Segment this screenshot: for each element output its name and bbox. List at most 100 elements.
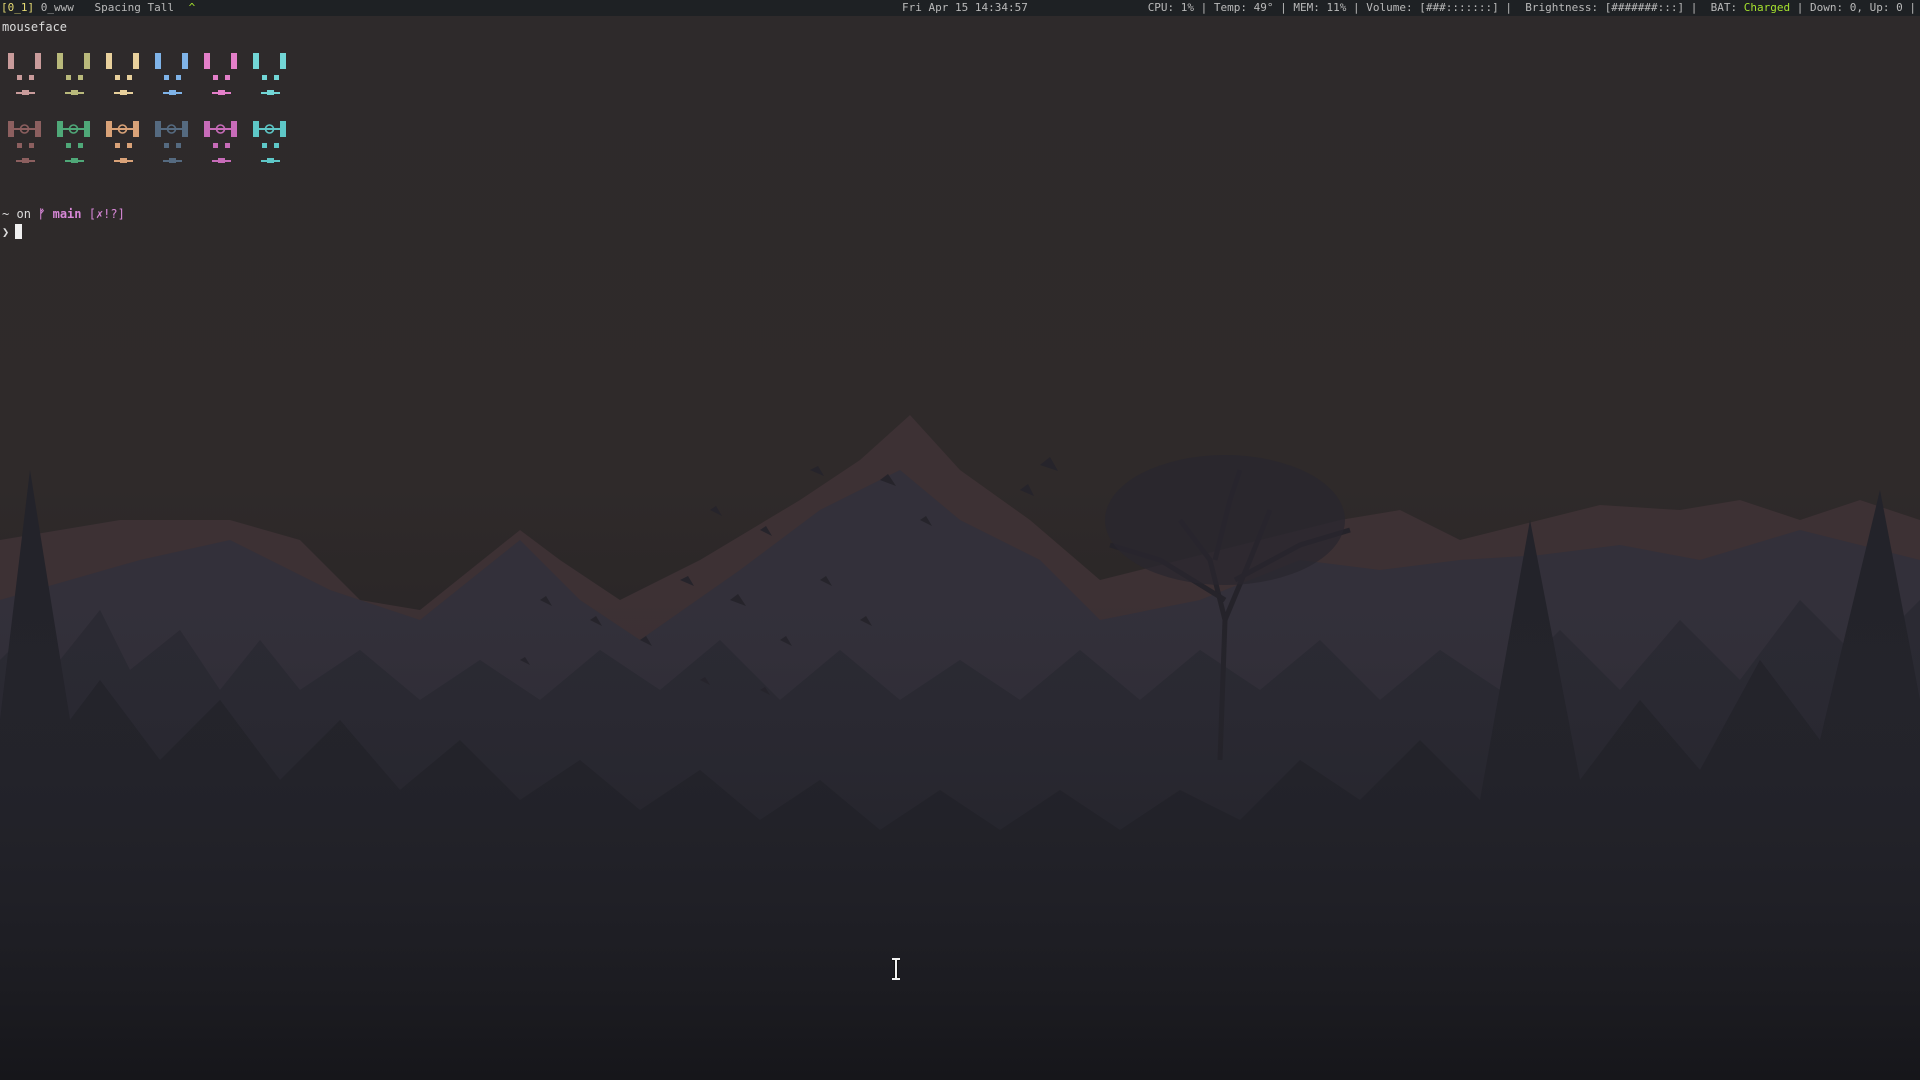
color-ear (133, 53, 139, 69)
color-eye (225, 75, 230, 80)
color-mouth (22, 90, 29, 95)
prompt-char-icon: ❯ (2, 225, 10, 239)
separator: | (1280, 1, 1287, 14)
color-mouth (71, 90, 78, 95)
color-eye (78, 75, 83, 80)
color-row-bright (8, 121, 286, 163)
color-mouth (267, 158, 274, 163)
color-bridge (14, 128, 35, 130)
color-ear (106, 53, 112, 69)
color-eye (225, 143, 230, 148)
color-mouth (71, 158, 78, 163)
color-ear (35, 53, 41, 69)
separator: | (1200, 1, 1208, 14)
color-eye (29, 75, 34, 80)
color-eye (17, 75, 22, 80)
color-ear (182, 53, 188, 69)
color-ear (155, 121, 161, 137)
color-eye (127, 143, 132, 148)
color-eye (176, 143, 181, 148)
color-mouth (169, 90, 176, 95)
color-mouth (169, 158, 176, 163)
terminal-window[interactable]: mouseface ~ on ᚠ main [✗!?] ❯ (0, 17, 760, 247)
window-marker: ^ (188, 1, 196, 14)
status-bar: [0_1] 0_www Spacing Tall ^ Fri Apr 15 14… (0, 0, 1920, 16)
color-ear (204, 53, 210, 69)
color-row-normal (8, 53, 286, 95)
color-eye (115, 75, 120, 80)
color-eye (29, 143, 34, 148)
color-eye (66, 75, 71, 80)
color-ear (8, 53, 14, 69)
color-mouth (218, 158, 225, 163)
color-ear (182, 121, 188, 137)
battery-state: Charged (1743, 1, 1791, 14)
separator: | (1690, 1, 1698, 14)
color-bridge (161, 128, 182, 130)
separator: | (1353, 1, 1360, 14)
layout-name[interactable]: Spacing Tall (95, 1, 174, 14)
shell-input-line[interactable]: ❯ (2, 224, 23, 240)
git-branch-icon: ᚠ (38, 207, 46, 221)
color-bridge (259, 128, 280, 130)
clock: Fri Apr 15 14:34:57 (902, 1, 1028, 14)
color-eye (17, 143, 22, 148)
network-traffic: Down: 0, Up: 0 (1810, 1, 1903, 14)
color-ear (35, 121, 41, 137)
color-mouth (120, 90, 127, 95)
color-eye (262, 143, 267, 148)
temperature: Temp: 49° (1213, 1, 1274, 14)
color-ear (8, 121, 14, 137)
color-ear (106, 121, 112, 137)
color-eye (127, 75, 132, 80)
separator: | (1909, 1, 1916, 14)
color-eye (66, 143, 71, 148)
color-eye (274, 143, 279, 148)
battery-label: BAT: (1710, 1, 1738, 14)
color-eye (115, 143, 120, 148)
color-ear (84, 53, 90, 69)
git-branch-name: main (52, 207, 82, 221)
color-eye (213, 143, 218, 148)
color-ear (280, 121, 286, 137)
color-ear (253, 121, 259, 137)
color-mouth (22, 158, 29, 163)
volume-level: Volume: [###:::::::] (1366, 1, 1499, 14)
memory-usage: MEM: 11% (1293, 1, 1347, 14)
git-status: [✗!?] (88, 207, 125, 221)
color-bridge (210, 128, 231, 130)
workspace-name[interactable]: 0_www (41, 1, 74, 14)
color-ear (57, 53, 63, 69)
color-ear (280, 53, 286, 69)
separator: | (1796, 1, 1804, 14)
color-ear (253, 53, 259, 69)
prompt-on: on (16, 207, 31, 221)
shell-prompt-line: ~ on ᚠ main [✗!?] (2, 206, 125, 222)
separator: | (1505, 1, 1512, 14)
color-eye (164, 75, 169, 80)
color-ear (155, 53, 161, 69)
color-ear (84, 121, 90, 137)
color-eye (78, 143, 83, 148)
color-mouth (218, 90, 225, 95)
text-cursor (15, 224, 23, 239)
color-eye (262, 75, 267, 80)
color-bridge (112, 128, 133, 130)
color-ear (231, 53, 237, 69)
system-stats: CPU: 1% | Temp: 49° | MEM: 11% | Volume:… (1148, 0, 1916, 16)
ibeam-cursor-icon (892, 958, 900, 980)
color-ear (133, 121, 139, 137)
color-ear (231, 121, 237, 137)
color-scheme-art (8, 53, 286, 163)
color-bridge (63, 128, 84, 130)
color-ear (57, 121, 63, 137)
workspace-current[interactable]: [0_1] (1, 1, 34, 14)
color-eye (213, 75, 218, 80)
color-mouth (267, 90, 274, 95)
brightness-level: Brightness: [#######:::] (1525, 1, 1685, 14)
color-mouth (120, 158, 127, 163)
cpu-usage: CPU: 1% (1147, 1, 1195, 14)
color-eye (164, 143, 169, 148)
color-eye (274, 75, 279, 80)
color-ear (204, 121, 210, 137)
